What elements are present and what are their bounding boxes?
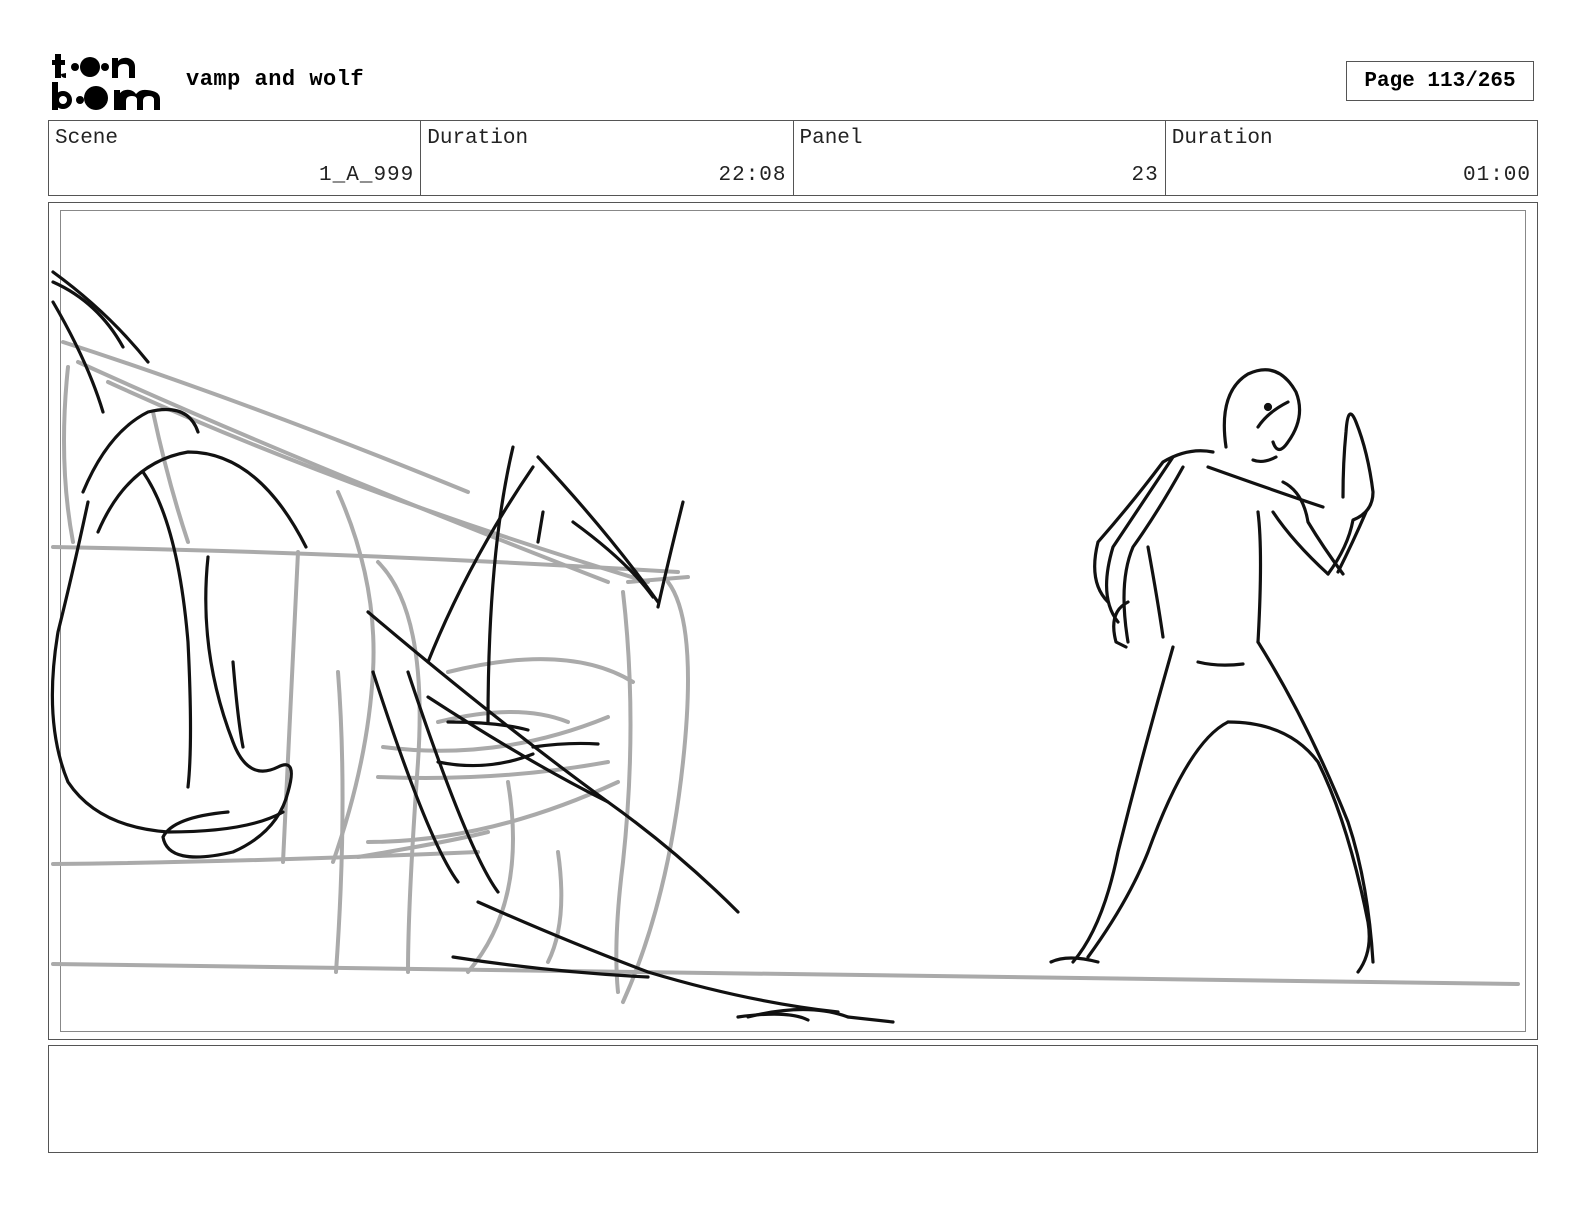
panel-duration-cell: Duration 01:00 [1166, 121, 1537, 195]
panel-cell: Panel 23 [794, 121, 1166, 195]
page-indicator: Page 113/265 [1346, 61, 1534, 101]
scene-cell: Scene 1_A_999 [49, 121, 422, 195]
sketch-background-layer [51, 340, 1520, 1004]
panel-duration-value: 01:00 [1462, 164, 1531, 187]
project-title: vamp and wolf [186, 67, 365, 92]
scene-duration-cell: Duration 22:08 [421, 121, 794, 195]
scene-duration-label: Duration [427, 127, 529, 150]
storyboard-sketch [50, 270, 1520, 1024]
scene-label: Scene [55, 127, 119, 150]
toon-boom-logo [52, 52, 164, 112]
scene-duration-value: 22:08 [718, 164, 787, 187]
sketch-foreground-layer [50, 270, 1375, 1024]
panel-label: Panel [799, 127, 863, 150]
panel-value: 23 [1131, 164, 1159, 187]
scene-value: 1_A_999 [319, 164, 415, 187]
info-table: Scene 1_A_999 Duration 22:08 Panel 23 Du… [48, 120, 1538, 196]
notes-box [48, 1045, 1538, 1153]
panel-duration-label: Duration [1171, 127, 1273, 150]
